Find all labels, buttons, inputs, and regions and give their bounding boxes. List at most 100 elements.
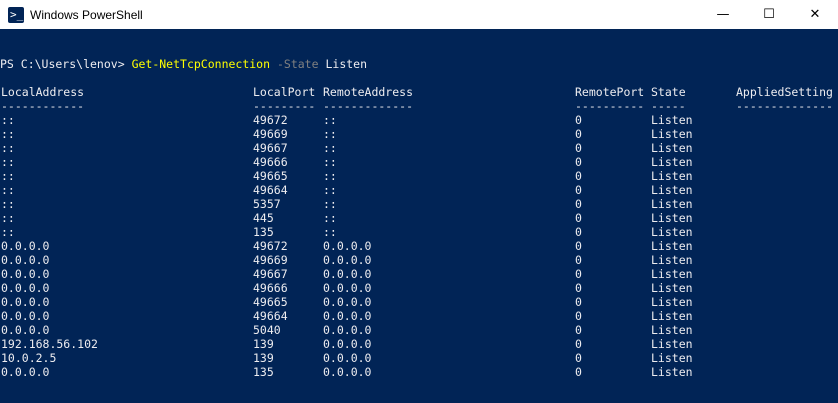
cell-state: Listen xyxy=(651,267,693,281)
table-row: 0.0.0.0 49667 0.0.0.0 0 Listen xyxy=(0,267,838,281)
cell-state: Listen xyxy=(651,225,693,239)
table-row: 0.0.0.0 49665 0.0.0.0 0 Listen xyxy=(0,295,838,309)
cell-remote-address: 0.0.0.0 xyxy=(323,267,372,281)
cell-local-address: 0.0.0.0 xyxy=(1,253,50,267)
cell-remote-port: 0 xyxy=(575,365,582,379)
cell-local-address: 192.168.56.102 xyxy=(1,337,98,351)
table-row: :: 49669:: 0 Listen xyxy=(0,127,838,141)
cell-remote-port: 0 xyxy=(575,323,582,337)
cell-local-address: 0.0.0.0 xyxy=(1,309,50,323)
table-row: :: 49664:: 0 Listen xyxy=(0,183,838,197)
table-row: :: 49666:: 0 Listen xyxy=(0,155,838,169)
cell-local-port: 49666 xyxy=(253,281,288,295)
cell-remote-port: 0 xyxy=(575,253,582,267)
cell-remote-address: :: xyxy=(323,225,337,239)
window-controls: — ☐ ✕ xyxy=(700,0,838,29)
table-row: 0.0.0.0 49672 0.0.0.0 0 Listen xyxy=(0,239,838,253)
cell-remote-address: 0.0.0.0 xyxy=(323,337,372,351)
cell-local-address: 0.0.0.0 xyxy=(1,323,50,337)
command: Get-NetTcpConnection xyxy=(131,57,271,71)
cell-local-port: 49664 xyxy=(253,309,288,323)
cell-state: Listen xyxy=(651,295,693,309)
cell-remote-address: 0.0.0.0 xyxy=(323,323,372,337)
cell-local-port: 5040 xyxy=(253,323,281,337)
cell-remote-address: 0.0.0.0 xyxy=(323,309,372,323)
underline-applied-setting: -------------- xyxy=(736,99,833,113)
cell-remote-address: :: xyxy=(323,169,337,183)
cell-local-address: :: xyxy=(1,225,15,239)
table-row: :: 135:: 0 Listen xyxy=(0,225,838,239)
cell-remote-port: 0 xyxy=(575,267,582,281)
cell-local-address: 10.0.2.5 xyxy=(1,351,57,365)
powershell-icon: >_ xyxy=(8,6,24,23)
cell-remote-address: 0.0.0.0 xyxy=(323,281,372,295)
underline-local-address: ------------ xyxy=(1,99,85,113)
underline-state: ----- xyxy=(651,99,686,113)
underline-local-port: --------- xyxy=(253,99,316,113)
table-row: :: 5357:: 0 Listen xyxy=(0,197,838,211)
cell-remote-address: :: xyxy=(323,155,337,169)
cell-state: Listen xyxy=(651,239,693,253)
title-bar[interactable]: >_ Windows PowerShell — ☐ ✕ xyxy=(0,0,838,29)
cell-local-address: :: xyxy=(1,169,15,183)
maximize-button[interactable]: ☐ xyxy=(746,0,792,29)
cell-state: Listen xyxy=(651,281,693,295)
underline-remote-port: ---------- xyxy=(575,99,645,113)
cell-local-address: 0.0.0.0 xyxy=(1,267,50,281)
cell-remote-address: :: xyxy=(323,197,337,211)
table-row: 10.0.2.5 139 0.0.0.0 0 Listen xyxy=(0,351,838,365)
cell-remote-address: :: xyxy=(323,141,337,155)
cell-remote-port: 0 xyxy=(575,197,582,211)
cell-remote-address: 0.0.0.0 xyxy=(323,253,372,267)
table-row: :: 49665:: 0 Listen xyxy=(0,169,838,183)
header-local-port: LocalPort xyxy=(253,85,316,99)
cell-state: Listen xyxy=(651,169,693,183)
minimize-button[interactable]: — xyxy=(700,0,746,29)
cell-local-address: :: xyxy=(1,211,15,225)
underline-remote-address: ------------- xyxy=(323,99,414,113)
cell-local-address: :: xyxy=(1,127,15,141)
table-row: 0.0.0.0 135 0.0.0.0 0 Listen xyxy=(0,365,838,379)
cell-remote-port: 0 xyxy=(575,295,582,309)
header-remote-address: RemoteAddress xyxy=(323,85,414,99)
cell-remote-address: 0.0.0.0 xyxy=(323,295,372,309)
cell-state: Listen xyxy=(651,309,693,323)
cell-remote-port: 0 xyxy=(575,211,582,225)
cell-local-port: 5357 xyxy=(253,197,281,211)
cell-local-port: 49665 xyxy=(253,295,288,309)
cell-remote-port: 0 xyxy=(575,337,582,351)
cell-local-port: 139 xyxy=(253,337,274,351)
prompt-line: PS C:\Users\lenov> Get-NetTcpConnection … xyxy=(0,57,838,71)
close-button[interactable]: ✕ xyxy=(792,0,838,29)
cell-local-address: 0.0.0.0 xyxy=(1,281,50,295)
cell-remote-port: 0 xyxy=(575,281,582,295)
cell-local-address: :: xyxy=(1,155,15,169)
cell-state: Listen xyxy=(651,337,693,351)
table-row: :: 49672:: 0 Listen xyxy=(0,113,838,127)
header-applied-setting: AppliedSetting xyxy=(736,85,833,99)
cell-state: Listen xyxy=(651,141,693,155)
table-row: 192.168.56.102 139 0.0.0.0 0 Listen xyxy=(0,337,838,351)
cell-local-port: 49667 xyxy=(253,267,288,281)
cell-remote-address: :: xyxy=(323,127,337,141)
window-title: Windows PowerShell xyxy=(30,7,143,22)
cell-remote-port: 0 xyxy=(575,309,582,323)
cell-local-address: :: xyxy=(1,141,15,155)
cell-local-address: 0.0.0.0 xyxy=(1,365,50,379)
cell-state: Listen xyxy=(651,365,693,379)
table-row: 0.0.0.0 49669 0.0.0.0 0 Listen xyxy=(0,253,838,267)
cell-local-port: 49669 xyxy=(253,127,288,141)
header-local-address: LocalAddress xyxy=(1,85,85,99)
cell-remote-port: 0 xyxy=(575,183,582,197)
cell-remote-address: 0.0.0.0 xyxy=(323,351,372,365)
cell-local-port: 49664 xyxy=(253,183,288,197)
table-header-underline: ------------ --------- ------------- ------… xyxy=(0,99,838,113)
cell-remote-port: 0 xyxy=(575,113,582,127)
cell-remote-address: :: xyxy=(323,211,337,225)
cell-local-address: :: xyxy=(1,113,15,127)
cell-local-port: 49665 xyxy=(253,169,288,183)
cell-local-address: :: xyxy=(1,183,15,197)
console-output[interactable]: PS C:\Users\lenov> Get-NetTcpConnection … xyxy=(0,29,838,403)
cell-local-address: :: xyxy=(1,197,15,211)
table-row: :: 49667:: 0 Listen xyxy=(0,141,838,155)
